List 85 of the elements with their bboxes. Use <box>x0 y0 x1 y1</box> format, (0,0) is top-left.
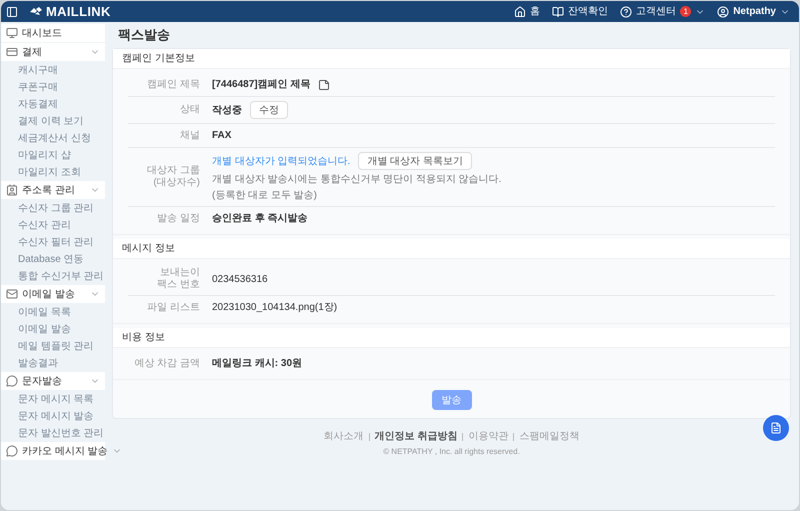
sidebar-item[interactable]: 주소록 관리 <box>1 181 105 200</box>
field-label: 보내는이 팩스 번호 <box>156 267 200 291</box>
sidebar-item[interactable]: 결제 <box>1 43 105 62</box>
sidebar-subitem[interactable]: 문자 메시지 목록 <box>1 391 105 408</box>
sidebar-subitem[interactable]: 수신자 관리 <box>1 217 105 234</box>
nav-label: Netpathy <box>733 5 776 19</box>
sidebar-subitem[interactable]: 마일리지 조회 <box>1 164 105 181</box>
help-icon <box>620 6 632 18</box>
contact-icon <box>6 184 18 196</box>
card-icon <box>6 46 18 58</box>
chat-bubble-icon <box>6 445 18 457</box>
monitor-icon <box>6 27 18 39</box>
field-value: FAX <box>212 129 232 143</box>
sidebar-item-label: 카카오 메시지 발송 <box>22 444 108 458</box>
footer-link[interactable]: 개인정보 취급방침 <box>374 429 458 444</box>
field-label: 발송 일정 <box>156 212 200 224</box>
sidebar-subitem[interactable]: 수신자 그룹 관리 <box>1 200 105 217</box>
home-icon <box>514 6 526 18</box>
footer-link[interactable]: 회사소개 <box>324 429 364 444</box>
copyright-text: © NETPATHY , Inc. all rights reserved. <box>383 446 520 458</box>
field-label: 상태 <box>179 104 200 116</box>
field-value: 승인완료 후 즉시발송 <box>212 212 308 226</box>
logo[interactable]: MAILLINK <box>30 2 111 22</box>
sidebar-subitem[interactable]: 문자 발신번호 관리 <box>1 425 105 442</box>
section-title: 메시지 정보 <box>122 242 175 256</box>
nav-label: 잔액확인 <box>568 5 608 19</box>
field-value: 20231030_104134.png(1장) <box>212 301 338 315</box>
footer-link[interactable]: 스팸메일정책 <box>519 429 580 444</box>
nav-label: 홈 <box>530 5 540 19</box>
sidebar-subitem[interactable]: 발송결과 <box>1 355 105 372</box>
note-icon[interactable] <box>318 78 330 90</box>
field-label: 파일 리스트 <box>146 302 200 314</box>
field-value: [7446487]캠페인 제목 <box>212 78 310 92</box>
sidebar-item[interactable]: 대시보드 <box>1 24 105 43</box>
sidebar-item-label: 문자발송 <box>22 374 62 388</box>
sidebar-subitem[interactable]: 이메일 발송 <box>1 321 105 338</box>
field-value: 작성중 <box>212 104 242 118</box>
sidebar-subitem[interactable]: 마일리지 샵 <box>1 147 105 164</box>
sidebar-subitem[interactable]: Database 연동 <box>1 251 105 268</box>
sidebar-toggle-icon[interactable] <box>6 6 18 18</box>
sidebar-item-label: 주소록 관리 <box>22 184 75 198</box>
floating-document-button[interactable] <box>763 415 789 441</box>
field-label: 대상자 그룹 (대상자수) <box>146 165 200 189</box>
field-value: 0234536316 <box>212 272 268 286</box>
notification-badge: 1 <box>680 6 692 17</box>
page-title: 팩스발송 <box>118 26 170 44</box>
sidebar-item-label: 결제 <box>22 46 42 60</box>
edit-button[interactable]: 수정 <box>250 101 288 119</box>
field-value: 메일링크 캐시: 30원 <box>212 357 302 371</box>
nav-link[interactable]: 고객센터 1 <box>620 4 706 19</box>
logo-mark-icon <box>30 7 42 16</box>
field-label: 캠페인 제목 <box>146 78 200 90</box>
sidebar-subitem[interactable]: 쿠폰구매 <box>1 79 105 96</box>
note-text: (등록한 대로 모두 발송) <box>212 190 318 202</box>
field-label: 예상 차감 금액 <box>133 358 200 370</box>
sidebar-subitem[interactable]: 통합 수신거부 관리 <box>1 268 105 285</box>
sidebar-subitem[interactable]: 수신자 필터 관리 <box>1 234 105 251</box>
mail-icon <box>6 288 18 300</box>
sidebar-subitem[interactable]: 세금계산서 신청 <box>1 130 105 147</box>
nav-link[interactable]: 잔액확인 <box>552 4 608 19</box>
nav-link[interactable]: 홈 <box>514 4 540 19</box>
sidebar-subitem[interactable]: 문자 메시지 발송 <box>1 408 105 425</box>
note-text: 개별 대상자 발송시에는 통합수신거부 명단이 적용되지 않습니다. <box>212 174 502 186</box>
nav-link[interactable]: Netpathy <box>717 4 790 19</box>
sidebar-subitem[interactable]: 자동결제 <box>1 96 105 113</box>
book-icon <box>552 6 564 18</box>
sidebar-item[interactable]: 문자발송 <box>1 372 105 391</box>
recipients-link[interactable]: 개별 대상자가 입력되었습니다. <box>212 154 350 168</box>
chat-bubble-icon <box>6 375 18 387</box>
nav-label: 고객센터 <box>636 5 676 19</box>
sidebar-item-label: 이메일 발송 <box>22 288 75 302</box>
logo-text: MAILLINK <box>46 2 111 21</box>
field-label: 채널 <box>179 130 200 142</box>
footer-link[interactable]: 이용약관 <box>468 429 508 444</box>
sidebar-subitem[interactable]: 결제 이력 보기 <box>1 113 105 130</box>
sidebar-subitem[interactable]: 이메일 목록 <box>1 304 105 321</box>
recipient-list-button[interactable]: 개별 대상자 목록보기 <box>358 152 472 170</box>
sidebar-subitem[interactable]: 캐시구매 <box>1 62 105 79</box>
sidebar-item[interactable]: 이메일 발송 <box>1 285 105 304</box>
user-avatar-icon <box>717 6 730 18</box>
sidebar-subitem[interactable]: 메일 템플릿 관리 <box>1 338 105 355</box>
sidebar-item-label: 대시보드 <box>22 26 62 40</box>
document-icon <box>770 422 782 434</box>
section-title: 캠페인 기본정보 <box>122 52 195 66</box>
section-title: 비용 정보 <box>122 331 165 345</box>
